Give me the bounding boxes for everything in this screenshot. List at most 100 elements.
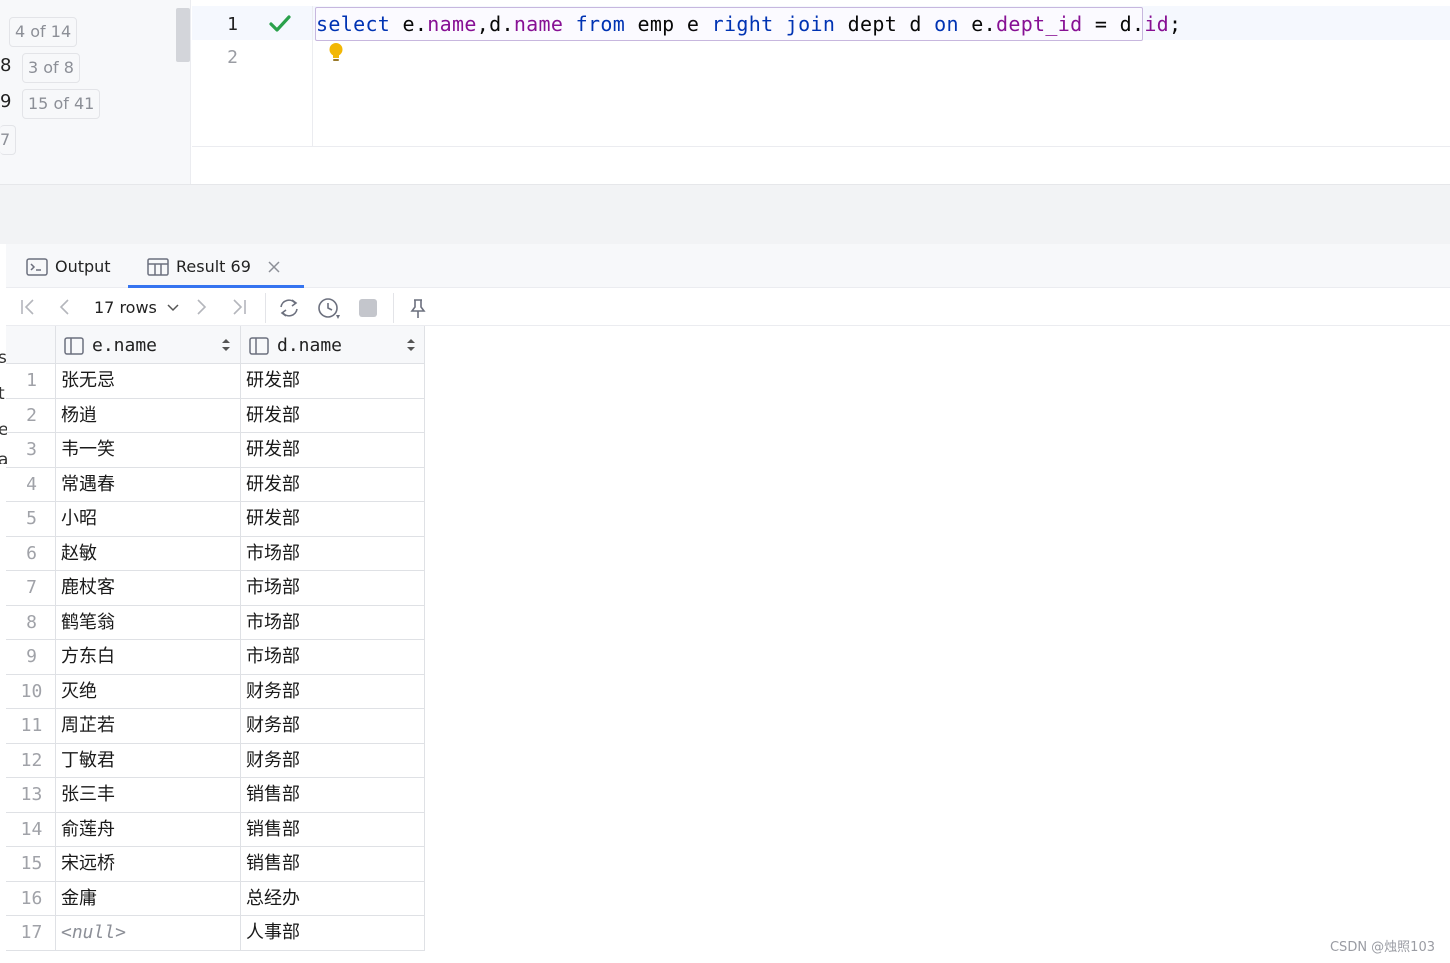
cell-d-name[interactable]: 财务部 bbox=[240, 743, 425, 778]
table-row[interactable]: 3 韦一笑 研发部 bbox=[6, 433, 425, 468]
cell-e-name[interactable]: 周芷若 bbox=[55, 709, 240, 743]
cell-e-name[interactable]: 俞莲舟 bbox=[55, 812, 240, 847]
cell-e-name[interactable]: 鹤笔翁 bbox=[55, 605, 240, 640]
cell-d-name[interactable]: 销售部 bbox=[240, 847, 425, 881]
cell-e-name[interactable]: 杨逍 bbox=[55, 398, 240, 433]
cell-d-name[interactable]: 市场部 bbox=[240, 640, 425, 674]
cell-value: 研发部 bbox=[246, 473, 300, 495]
sql-editor[interactable]: 1 2 select e.name,d.name from emp e righ… bbox=[192, 6, 1450, 147]
cell-value: 宋远桥 bbox=[61, 853, 115, 874]
sql-field: name bbox=[427, 12, 477, 36]
table-row[interactable]: 11 周芷若 财务部 bbox=[6, 709, 425, 744]
table-row[interactable]: 10 灭绝 财务部 bbox=[6, 674, 425, 709]
left-panel: 4 of 14 8 3 of 8 9 15 of 41 7 bbox=[0, 0, 191, 184]
column-icon bbox=[64, 337, 84, 355]
grid-header: e.name d.name bbox=[6, 326, 425, 364]
cell-e-name[interactable]: 小昭 bbox=[55, 502, 240, 536]
table-row[interactable]: 16 金庸 总经办 bbox=[6, 881, 425, 916]
stop-icon[interactable] bbox=[358, 298, 378, 318]
cell-e-name[interactable]: 丁敏君 bbox=[55, 743, 240, 778]
cell-d-name[interactable]: 财务部 bbox=[240, 674, 425, 709]
first-page-icon[interactable] bbox=[19, 298, 37, 316]
table-row[interactable]: 15 宋远桥 销售部 bbox=[6, 847, 425, 882]
cell-e-name[interactable]: 方东白 bbox=[55, 640, 240, 674]
tab-output[interactable]: Output bbox=[26, 244, 136, 288]
cell-value: 市场部 bbox=[246, 542, 300, 564]
cell-e-name[interactable]: 张三丰 bbox=[55, 778, 240, 812]
cell-d-name[interactable]: 人事部 bbox=[240, 916, 425, 950]
cell-e-name[interactable]: 宋远桥 bbox=[55, 847, 240, 881]
table-row[interactable]: 8 鹤笔翁 市场部 bbox=[6, 605, 425, 640]
next-page-icon[interactable] bbox=[192, 298, 210, 316]
table-row[interactable]: 5 小昭 研发部 bbox=[6, 502, 425, 537]
table-row[interactable]: 9 方东白 市场部 bbox=[6, 640, 425, 675]
cell-e-name[interactable]: 灭绝 bbox=[55, 674, 240, 709]
table-row[interactable]: 7 鹿杖客 市场部 bbox=[6, 571, 425, 606]
tab-result[interactable]: Result 69 bbox=[128, 244, 304, 288]
cell-value: 杨逍 bbox=[61, 404, 97, 426]
cell-e-name[interactable]: 鹿杖客 bbox=[55, 571, 240, 605]
cell-value: 鹿杖客 bbox=[61, 577, 115, 598]
cell-d-name[interactable]: 总经办 bbox=[240, 881, 425, 916]
close-icon[interactable] bbox=[268, 261, 280, 273]
cell-d-name[interactable]: 市场部 bbox=[240, 536, 425, 571]
cell-value: 研发部 bbox=[246, 508, 300, 529]
cell-e-name[interactable]: 张无忌 bbox=[55, 364, 240, 398]
cell-e-name[interactable]: 常遇春 bbox=[55, 467, 240, 502]
row-number: 13 bbox=[20, 784, 43, 805]
splitter[interactable] bbox=[0, 184, 1450, 244]
results-toolbar: 17 rows bbox=[6, 289, 1450, 326]
left-list-item[interactable]: 8 3 of 8 bbox=[0, 53, 170, 83]
table-row[interactable]: 14 俞莲舟 销售部 bbox=[6, 812, 425, 847]
cell-value: 俞莲舟 bbox=[61, 818, 115, 840]
cell-d-name[interactable]: 研发部 bbox=[240, 433, 425, 467]
previous-page-icon[interactable] bbox=[56, 298, 74, 316]
refresh-icon[interactable] bbox=[278, 298, 300, 318]
cell-d-name[interactable]: 市场部 bbox=[240, 571, 425, 605]
cell-d-name[interactable]: 财务部 bbox=[240, 709, 425, 743]
table-row[interactable]: 17 <null> 人事部 bbox=[6, 916, 425, 951]
cell-d-name[interactable]: 研发部 bbox=[240, 502, 425, 536]
sort-icon[interactable] bbox=[221, 338, 231, 352]
sql-keyword: right join bbox=[711, 12, 836, 36]
cell-e-name[interactable]: <null> bbox=[55, 916, 240, 950]
cell-value: 财务部 bbox=[246, 715, 300, 736]
cell-d-name[interactable]: 销售部 bbox=[240, 812, 425, 847]
cell-e-name[interactable]: 韦一笑 bbox=[55, 433, 240, 467]
results-tabs: Output Result 69 bbox=[6, 244, 1450, 288]
row-number: 17 bbox=[20, 922, 43, 943]
tab-output-label: Output bbox=[55, 257, 111, 276]
pin-icon[interactable] bbox=[408, 298, 428, 320]
sql-statement[interactable]: select e.name,d.name from emp e right jo… bbox=[316, 12, 1181, 36]
table-row[interactable]: 1 张无忌 研发部 bbox=[6, 364, 425, 399]
cell-d-name[interactable]: 研发部 bbox=[240, 398, 425, 433]
cell-d-name[interactable]: 市场部 bbox=[240, 605, 425, 640]
column-header-d-name[interactable]: d.name bbox=[240, 326, 425, 364]
history-icon[interactable] bbox=[317, 298, 341, 320]
sort-icon[interactable] bbox=[406, 338, 416, 352]
cell-e-name[interactable]: 金庸 bbox=[55, 881, 240, 916]
scrollbar-thumb[interactable] bbox=[176, 8, 190, 62]
sql-field: dept_id bbox=[995, 12, 1083, 36]
cell-e-name[interactable]: 赵敏 bbox=[55, 536, 240, 571]
line-number: 1 bbox=[227, 14, 238, 35]
left-list-item[interactable]: 7 bbox=[0, 125, 170, 155]
table-icon bbox=[147, 258, 169, 276]
table-row[interactable]: 13 张三丰 销售部 bbox=[6, 778, 425, 813]
cell-d-name[interactable]: 研发部 bbox=[240, 467, 425, 502]
table-row[interactable]: 2 杨逍 研发部 bbox=[6, 398, 425, 433]
cell-d-name[interactable]: 销售部 bbox=[240, 778, 425, 812]
cell-value: 市场部 bbox=[246, 577, 300, 598]
last-page-icon[interactable] bbox=[230, 298, 248, 316]
left-list-item[interactable]: 9 15 of 41 bbox=[0, 89, 170, 119]
cell-value: 总经办 bbox=[246, 887, 300, 909]
table-row[interactable]: 6 赵敏 市场部 bbox=[6, 536, 425, 571]
column-header-e-name[interactable]: e.name bbox=[55, 326, 240, 364]
left-list-item[interactable]: 4 of 14 bbox=[0, 17, 170, 47]
lightbulb-icon[interactable] bbox=[328, 42, 344, 64]
table-row[interactable]: 4 常遇春 研发部 bbox=[6, 467, 425, 502]
page-size-select[interactable]: 17 rows bbox=[94, 296, 180, 320]
cell-d-name[interactable]: 研发部 bbox=[240, 364, 425, 398]
cell-value: 市场部 bbox=[246, 611, 300, 633]
table-row[interactable]: 12 丁敏君 财务部 bbox=[6, 743, 425, 778]
